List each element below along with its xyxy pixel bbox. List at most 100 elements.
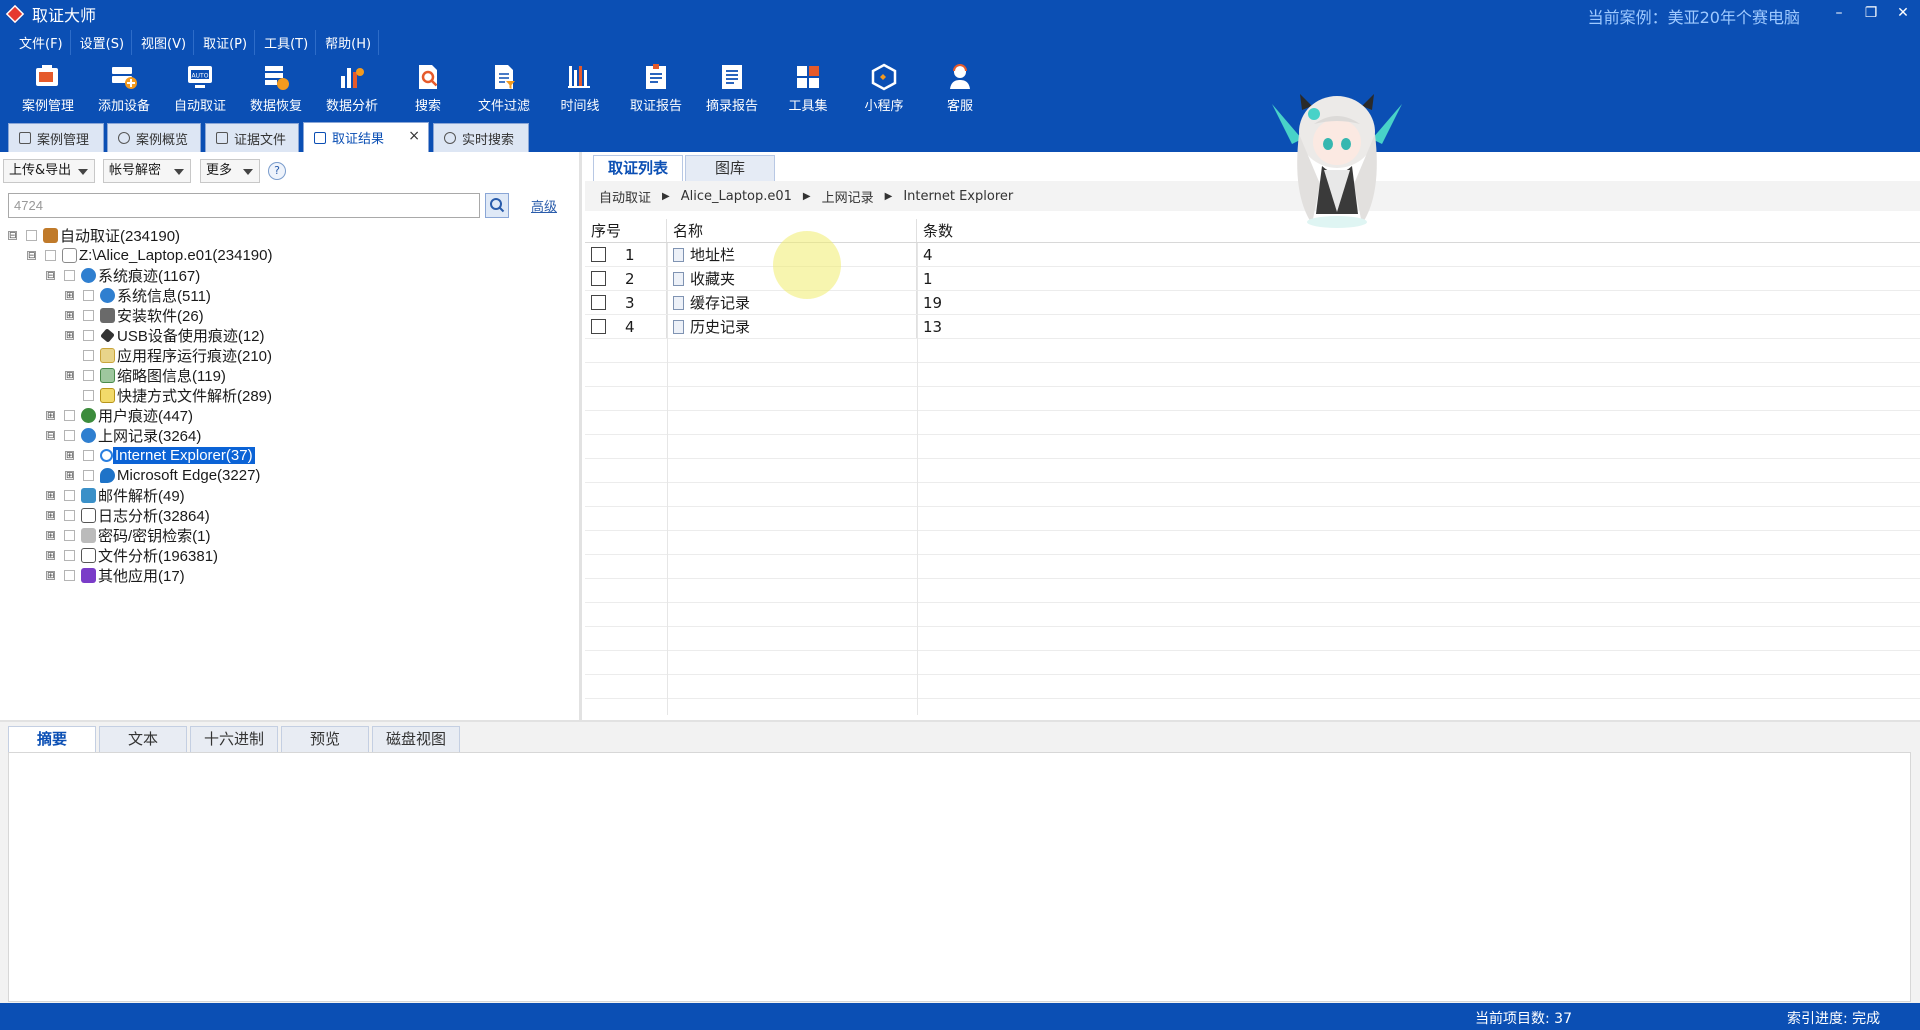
forensics-report-button[interactable]: 取证报告	[618, 56, 694, 120]
tree-checkbox[interactable]	[83, 349, 94, 361]
tree-checkbox[interactable]	[64, 529, 75, 541]
tree-node-system-traces[interactable]: ⊟ 系统痕迹(1167)	[46, 264, 200, 286]
mini-program-button[interactable]: 小程序	[846, 56, 922, 120]
column-header-count[interactable]: 条数	[917, 219, 1920, 242]
tree-node-other-apps[interactable]: ⊞ 其他应用(17)	[46, 564, 185, 586]
collapse-icon[interactable]: ⊟	[46, 270, 55, 280]
search-button[interactable]: 搜索	[390, 56, 466, 120]
row-checkbox[interactable]	[591, 247, 606, 262]
expand-icon[interactable]: ⊞	[46, 570, 55, 580]
tab-case-management[interactable]: 案例管理	[8, 123, 104, 152]
expand-icon[interactable]: ⊞	[46, 510, 55, 520]
expand-icon[interactable]: ⊞	[65, 370, 74, 380]
tree-node-log-analysis[interactable]: ⊞ 日志分析(32864)	[46, 504, 210, 526]
expand-icon[interactable]: ⊞	[65, 290, 74, 300]
collapse-icon[interactable]: ⊟	[27, 250, 36, 260]
close-button[interactable]: ✕	[1888, 2, 1918, 26]
tab-summary[interactable]: 摘要	[8, 726, 96, 752]
tree-node-app-run-traces[interactable]: 应用程序运行痕迹(210)	[65, 344, 272, 366]
table-row[interactable]: 3 缓存记录 19	[585, 291, 1920, 315]
toolset-button[interactable]: 工具集	[770, 56, 846, 120]
file-filter-button[interactable]: 文件过滤	[466, 56, 542, 120]
tree-search-button[interactable]	[485, 193, 509, 218]
tree-checkbox[interactable]	[26, 229, 37, 241]
tree-checkbox[interactable]	[83, 309, 94, 321]
expand-icon[interactable]: ⊞	[46, 550, 55, 560]
timeline-button[interactable]: 时间线	[542, 56, 618, 120]
collapse-icon[interactable]: ⊟	[46, 430, 55, 440]
tab-hex[interactable]: 十六进制	[190, 726, 278, 752]
row-checkbox[interactable]	[591, 271, 606, 286]
tree-node-email[interactable]: ⊞ 邮件解析(49)	[46, 484, 185, 506]
auto-forensics-button[interactable]: AUTO 自动取证	[162, 56, 238, 120]
minimize-button[interactable]: –	[1824, 2, 1854, 26]
tree-checkbox[interactable]	[83, 389, 94, 401]
tree-node-user-traces[interactable]: ⊞ 用户痕迹(447)	[46, 404, 193, 426]
close-tab-icon[interactable]: ×	[408, 128, 420, 144]
table-row[interactable]: 4 历史记录 13	[585, 315, 1920, 339]
tree-checkbox[interactable]	[83, 469, 94, 481]
breadcrumb-item[interactable]: Alice_Laptop.e01	[681, 189, 792, 204]
tab-case-overview[interactable]: 案例概览	[107, 123, 201, 152]
customer-service-button[interactable]: 客服	[922, 56, 998, 120]
row-checkbox[interactable]	[591, 319, 606, 334]
tree-node-password-search[interactable]: ⊞ 密码/密钥检索(1)	[46, 524, 211, 546]
tab-disk-view[interactable]: 磁盘视图	[372, 726, 460, 752]
expand-icon[interactable]: ⊞	[46, 410, 55, 420]
tab-gallery[interactable]: 图库	[685, 155, 775, 181]
tree-node-usb-traces[interactable]: ⊞ USB设备使用痕迹(12)	[65, 324, 265, 346]
tab-evidence-list[interactable]: 取证列表	[593, 155, 683, 181]
menu-file[interactable]: 文件(F)	[12, 29, 71, 55]
menu-settings[interactable]: 设置(S)	[73, 29, 133, 55]
tab-text[interactable]: 文本	[99, 726, 187, 752]
menu-view[interactable]: 视图(V)	[134, 29, 195, 55]
breadcrumb-item[interactable]: 上网记录	[822, 187, 874, 206]
tree-node-web-history[interactable]: ⊟ 上网记录(3264)	[46, 424, 201, 446]
tree-node-shortcut-files[interactable]: 快捷方式文件解析(289)	[65, 384, 272, 406]
expand-icon[interactable]: ⊞	[65, 310, 74, 320]
excerpt-report-button[interactable]: 摘录报告	[694, 56, 770, 120]
add-device-button[interactable]: 添加设备	[86, 56, 162, 120]
tree-checkbox[interactable]	[64, 409, 75, 421]
tree-checkbox[interactable]	[83, 369, 94, 381]
tree-checkbox[interactable]	[64, 269, 75, 281]
expand-icon[interactable]: ⊞	[65, 470, 74, 480]
expand-icon[interactable]: ⊞	[65, 450, 74, 460]
tree-search-input[interactable]: 4724	[8, 193, 480, 218]
advanced-search-link[interactable]: 高级	[531, 196, 557, 215]
expand-icon[interactable]: ⊞	[65, 330, 74, 340]
expand-icon[interactable]: ⊞	[46, 490, 55, 500]
collapse-icon[interactable]: ⊟	[8, 230, 17, 240]
case-management-button[interactable]: 案例管理	[10, 56, 86, 120]
tree-checkbox[interactable]	[83, 289, 94, 301]
tree-checkbox[interactable]	[64, 569, 75, 581]
tree-checkbox[interactable]	[64, 489, 75, 501]
tree-node-auto-forensics[interactable]: ⊟ 自动取证(234190)	[8, 224, 180, 246]
restore-button[interactable]: ❐	[1856, 2, 1886, 26]
data-analysis-button[interactable]: 数据分析	[314, 56, 390, 120]
menu-help[interactable]: 帮助(H)	[318, 29, 380, 55]
tab-preview[interactable]: 预览	[281, 726, 369, 752]
column-header-index[interactable]: 序号	[585, 219, 667, 242]
tree-checkbox[interactable]	[83, 329, 94, 341]
tree-node-system-info[interactable]: ⊞ 系统信息(511)	[65, 284, 211, 306]
more-dropdown[interactable]: 更多	[200, 159, 260, 183]
tree-checkbox[interactable]	[64, 429, 75, 441]
tree-node-internet-explorer[interactable]: ⊞ Internet Explorer(37)	[65, 444, 255, 466]
row-checkbox[interactable]	[591, 295, 606, 310]
data-recovery-button[interactable]: 数据恢复	[238, 56, 314, 120]
tab-realtime-search[interactable]: 实时搜索	[433, 123, 529, 152]
tree-node-file-analysis[interactable]: ⊞ 文件分析(196381)	[46, 544, 218, 566]
breadcrumb-item[interactable]: 自动取证	[599, 187, 651, 206]
tree-checkbox[interactable]	[45, 249, 56, 261]
tree-checkbox[interactable]	[64, 509, 75, 521]
tree-node-installed-software[interactable]: ⊞ 安装软件(26)	[65, 304, 204, 326]
menu-forensics[interactable]: 取证(P)	[196, 29, 256, 55]
tree-node-thumbnails[interactable]: ⊞ 缩略图信息(119)	[65, 364, 226, 386]
tree-node-microsoft-edge[interactable]: ⊞ Microsoft Edge(3227)	[65, 464, 260, 486]
breadcrumb-item[interactable]: Internet Explorer	[903, 189, 1013, 204]
account-decrypt-dropdown[interactable]: 帐号解密	[103, 159, 191, 183]
tab-forensics-results[interactable]: 取证结果 ×	[303, 122, 429, 152]
expand-icon[interactable]: ⊞	[46, 530, 55, 540]
menu-tools[interactable]: 工具(T)	[257, 29, 317, 55]
